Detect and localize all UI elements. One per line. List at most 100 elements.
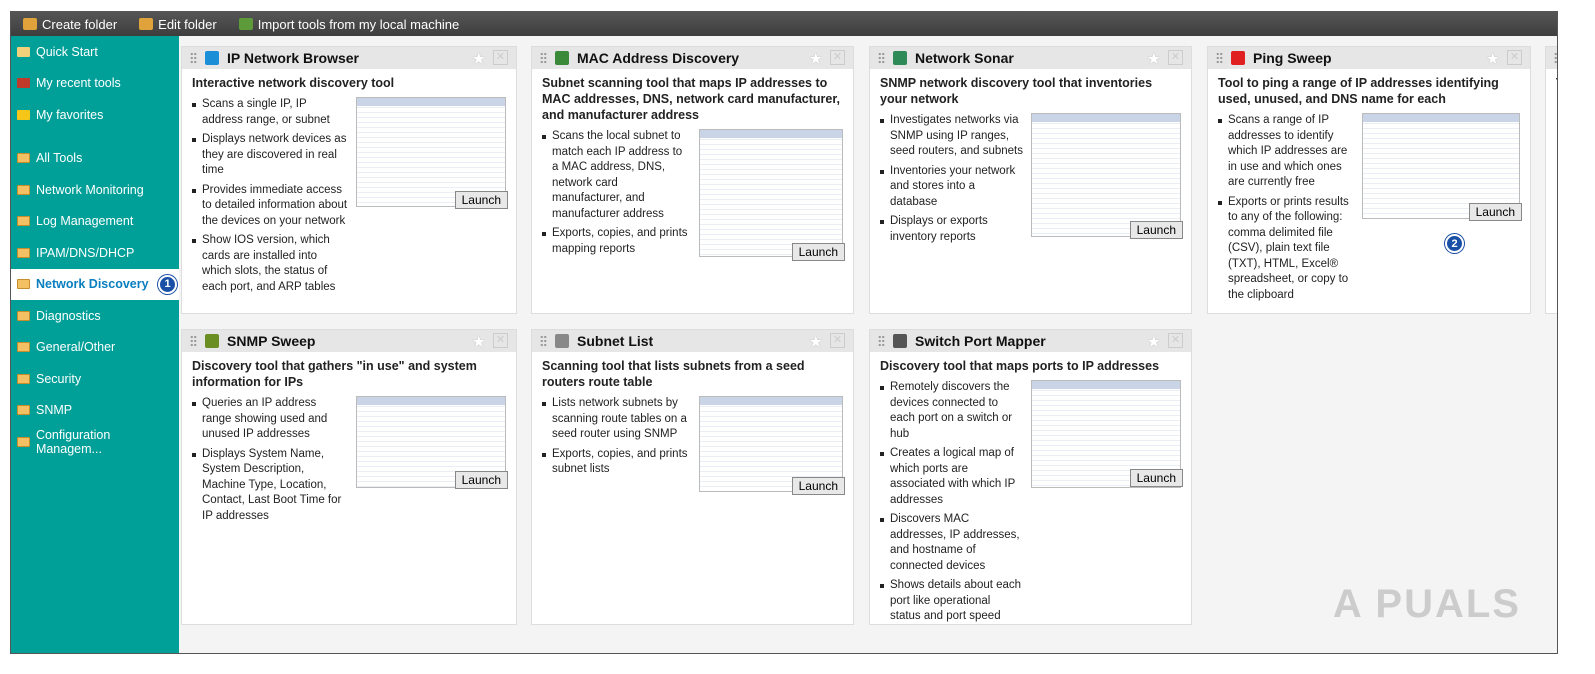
card-title: Ping Sweep <box>1253 50 1332 66</box>
card-subtitle: Tool to ping a range of IP addresses ide… <box>1218 76 1499 106</box>
launch-button[interactable]: Launch <box>1468 203 1522 221</box>
feature-item: Provides immediate access to detailed in… <box>192 183 348 230</box>
launch-button[interactable]: Launch <box>454 471 508 489</box>
sidebar-item-all-tools[interactable]: All Tools <box>11 143 179 175</box>
card-header: Network Sonar ★ ✕ <box>870 47 1191 69</box>
tool-icon <box>205 51 219 65</box>
favorite-star-icon[interactable]: ★ <box>1147 49 1161 69</box>
launch-button[interactable]: Launch <box>454 191 508 209</box>
launch-button[interactable]: Launch <box>1129 221 1183 239</box>
card-subtitle: SNMP network discovery tool that invento… <box>880 76 1153 106</box>
sidebar-item-label: Network Discovery <box>36 277 149 292</box>
sidebar-item-label: Security <box>36 371 82 386</box>
drag-handle-icon[interactable] <box>1216 52 1223 64</box>
folder-icon <box>17 216 30 227</box>
sidebar-item-network-discovery[interactable]: Network Discovery 1 <box>11 268 179 300</box>
sidebar-item-network-monitoring[interactable]: Network Monitoring <box>11 174 179 206</box>
favorite-star-icon[interactable]: ★ <box>1486 49 1500 69</box>
tool-card-mac-address-discovery: MAC Address Discovery ★ ✕ Subnet scanning … <box>531 46 854 314</box>
tool-icon <box>555 51 569 65</box>
launch-button[interactable]: Launch <box>791 243 845 261</box>
folder-icon <box>17 342 30 353</box>
sidebar-item-label: Quick Start <box>36 44 98 59</box>
sidebar-item-label: General/Other <box>36 340 116 355</box>
folder-icon <box>17 153 30 164</box>
feature-item: Displays or exports inventory reports <box>880 214 1023 245</box>
wand-icon <box>17 46 30 57</box>
sidebar-item-label: All Tools <box>36 151 83 166</box>
card-subtitle: Discovery tool that maps ports to IP add… <box>880 359 1160 373</box>
drag-handle-icon[interactable] <box>878 335 885 347</box>
sidebar-item-my-recent-tools[interactable]: My recent tools <box>11 68 179 100</box>
close-icon[interactable]: ✕ <box>493 333 508 348</box>
feature-item: Queries an IP address range showing used… <box>192 396 348 443</box>
tool-screenshot <box>699 129 843 257</box>
sidebar-item-security[interactable]: Security <box>11 363 179 395</box>
close-icon[interactable]: ✕ <box>830 50 845 65</box>
sidebar-item-diagnostics[interactable]: Diagnostics <box>11 300 179 332</box>
sidebar-item-general-other[interactable]: General/Other <box>11 332 179 364</box>
drag-handle-icon[interactable] <box>190 335 197 347</box>
favorite-star-icon[interactable]: ★ <box>1147 332 1161 352</box>
sidebar-item-quick-start[interactable]: Quick Start <box>11 36 179 68</box>
app-window: Create folder Edit folder Import tools f… <box>10 11 1558 654</box>
tool-screenshot <box>1031 113 1181 237</box>
create-folder-button[interactable]: Create folder <box>23 17 117 32</box>
import-tools-button[interactable]: Import tools from my local machine <box>238 17 459 32</box>
close-icon[interactable]: ✕ <box>1168 333 1183 348</box>
step-badge-2: 2 <box>1445 234 1464 253</box>
sidebar-item-label: Diagnostics <box>36 308 101 323</box>
feature-item: Lists network subnets by scanning route … <box>542 396 691 443</box>
close-icon[interactable]: ✕ <box>1168 50 1183 65</box>
sidebar-item-configuration-managem-[interactable]: Configuration Managem... <box>11 426 179 458</box>
sidebar-item-snmp[interactable]: SNMP <box>11 395 179 427</box>
card-header: SNMP Sweep ★ ✕ <box>182 330 516 352</box>
card-title: Network Sonar <box>915 50 1014 66</box>
tool-card-ping-sweep: Ping Sweep ★ ✕ Tool to ping a range of IP … <box>1207 46 1531 314</box>
sidebar-item-label: IPAM/DNS/DHCP <box>36 245 135 260</box>
drag-handle-icon[interactable] <box>190 52 197 64</box>
edit-folder-label: Edit folder <box>158 16 217 32</box>
close-icon[interactable]: ✕ <box>830 333 845 348</box>
sidebar-item-log-management[interactable]: Log Management <box>11 206 179 238</box>
folder-add-icon <box>23 18 37 30</box>
feature-list: Investigates networks via SNMP using IP … <box>880 113 1023 249</box>
feature-item: Scans the local subnet to match each IP … <box>542 129 691 222</box>
feature-item: Displays System Name, System Description… <box>192 447 348 525</box>
sidebar-item-label: My favorites <box>36 107 104 122</box>
drag-handle-icon[interactable] <box>1554 52 1557 64</box>
tool-card-switch-port-mapper: Switch Port Mapper ★ ✕ Discovery tool that… <box>869 329 1192 625</box>
launch-button[interactable]: Launch <box>1129 469 1183 487</box>
sidebar-item-ipam-dns-dhcp[interactable]: IPAM/DNS/DHCP <box>11 237 179 269</box>
feature-item: Investigates networks via SNMP using IP … <box>880 113 1023 160</box>
sidebar-item-label: Log Management <box>36 214 134 229</box>
card-title: Subnet List <box>577 333 654 349</box>
folder-icon <box>17 373 30 384</box>
card-title: SNMP Sweep <box>227 333 316 349</box>
card-subtitle: Discovery tool that gathers "in use" and… <box>192 359 477 389</box>
drag-handle-icon[interactable] <box>540 335 547 347</box>
feature-item: Show IOS version, which cards are instal… <box>192 233 348 295</box>
folder-icon <box>17 279 30 290</box>
edit-folder-button[interactable]: Edit folder <box>139 17 217 32</box>
drag-handle-icon[interactable] <box>540 52 547 64</box>
star-icon <box>17 109 30 120</box>
feature-item: Exports or prints results to any of the … <box>1218 195 1354 304</box>
favorite-star-icon[interactable]: ★ <box>472 332 486 352</box>
tool-icon <box>893 51 907 65</box>
favorite-star-icon[interactable]: ★ <box>809 332 823 352</box>
tool-card-ip-network-browser: IP Network Browser ★ ✕ Interactive network… <box>181 46 517 314</box>
launch-button[interactable]: Launch <box>791 477 845 495</box>
sidebar: Quick Start My recent tools My favorites Al… <box>11 36 179 653</box>
close-icon[interactable]: ✕ <box>493 50 508 65</box>
favorite-star-icon[interactable]: ★ <box>809 49 823 69</box>
card-title: MAC Address Discovery <box>577 50 740 66</box>
drag-handle-icon[interactable] <box>878 52 885 64</box>
sidebar-item-label: SNMP <box>36 403 73 418</box>
favorite-star-icon[interactable]: ★ <box>472 49 486 69</box>
sidebar-item-my-favorites[interactable]: My favorites <box>11 99 179 131</box>
tool-card-network-sonar: Network Sonar ★ ✕ SNMP network discovery t… <box>869 46 1192 314</box>
close-icon[interactable]: ✕ <box>1507 50 1522 65</box>
toolbar: Create folder Edit folder Import tools f… <box>11 12 1557 36</box>
feature-item: Displays network devices as they are dis… <box>192 132 348 179</box>
